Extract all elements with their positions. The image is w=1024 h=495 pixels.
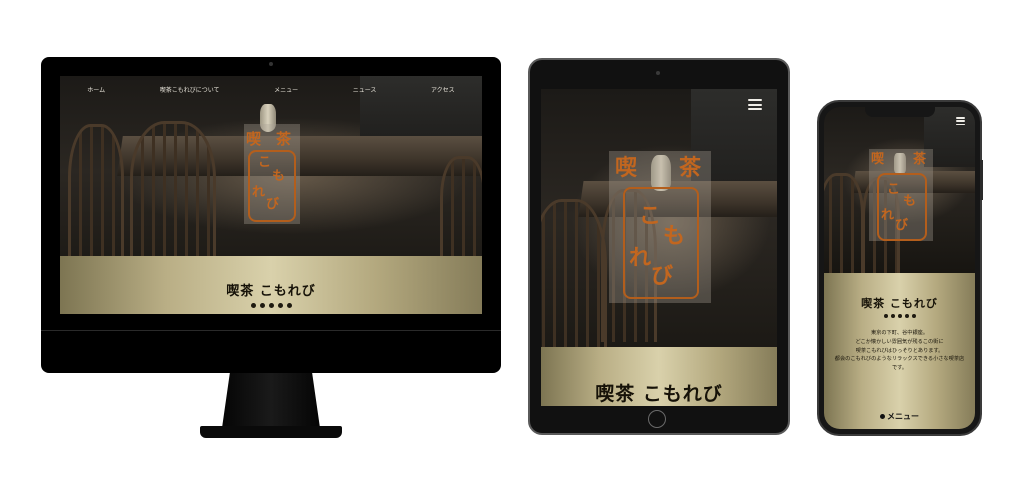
coffee-bean-icon	[60, 303, 482, 308]
logo-panel: 喫 茶 こ も れ び	[609, 151, 711, 303]
nav-access[interactable]: アクセス	[431, 85, 455, 94]
logo-char: 茶	[276, 130, 292, 148]
phone-screen: 喫 茶 こ も れ び 喫茶 こもれび 東京の下町、谷中銀座。 どこか懐かしい雰…	[824, 107, 975, 429]
intro-text: 東京の下町、谷中銀座。 どこか懐かしい雰囲気が残るこの街に 喫茶こもれびはひっそ…	[824, 329, 975, 373]
logo-panel: 喫 茶 こ も れ び	[244, 124, 300, 224]
tablet-screen: 喫 茶 こ も れ び 喫茶 こもれび	[541, 89, 777, 406]
brand-band: 喫茶 こもれび	[60, 256, 482, 314]
desktop-screen: ホーム 喫茶こもれびについて メニュー ニュース アクセス 喫 茶 こ も れ …	[60, 76, 482, 314]
brand-name: 喫茶 こもれび	[861, 297, 938, 310]
logo-char: び	[266, 197, 280, 212]
tablet-camera	[656, 71, 660, 75]
nav-news[interactable]: ニュース	[353, 85, 377, 94]
logo-char: 喫	[871, 152, 885, 167]
brand-name: 喫茶 こもれび	[595, 383, 723, 405]
logo-char: 喫	[246, 130, 262, 148]
logo-char: も	[903, 194, 917, 209]
menu-heading-label: メニュー	[887, 412, 919, 421]
logo-char: こ	[639, 203, 662, 229]
intro-line: 東京の下町、谷中銀座。	[870, 330, 929, 336]
phone-notch	[865, 106, 935, 117]
intro-line: どこか懐かしい雰囲気が残るこの街に	[855, 338, 944, 345]
nav-about[interactable]: 喫茶こもれびについて	[160, 85, 220, 94]
logo-char: こ	[258, 155, 272, 170]
hamburger-menu-icon[interactable]	[956, 117, 965, 125]
logo-panel: 喫 茶 こ も れ び	[869, 149, 933, 241]
brand-band: 喫茶 こもれび 東京の下町、谷中銀座。 どこか懐かしい雰囲気が残るこの街に 喫茶…	[824, 273, 975, 429]
logo-char: 茶	[913, 152, 927, 167]
logo-char: び	[895, 218, 909, 233]
nav-home[interactable]: ホーム	[87, 85, 105, 94]
desktop-camera	[269, 62, 273, 66]
desktop-chin	[41, 330, 501, 331]
logo-char: も	[663, 223, 686, 249]
intro-line: 喫茶こもれびはひっそりとあります。	[855, 347, 944, 354]
coffee-bean-icon	[824, 314, 975, 318]
logo-char: れ	[252, 185, 266, 200]
logo-char: れ	[629, 245, 652, 271]
menu-heading: メニュー	[824, 411, 975, 422]
brand-band: 喫茶 こもれび	[541, 347, 777, 406]
tablet-home-button[interactable]	[648, 410, 666, 428]
logo-char: れ	[881, 208, 895, 223]
coffee-bean-icon	[880, 414, 885, 419]
logo-char: も	[272, 169, 286, 184]
phone-side-button	[980, 160, 983, 200]
desktop-nav: ホーム 喫茶こもれびについて メニュー ニュース アクセス	[60, 85, 482, 94]
logo-char: こ	[887, 182, 901, 197]
logo-char: 茶	[679, 155, 702, 181]
brand-name: 喫茶 こもれび	[226, 284, 316, 299]
logo-char: び	[651, 263, 674, 289]
desktop-stand	[222, 373, 320, 428]
intro-line: 都会のこもれびのようなリラックスできる小さな喫茶店	[834, 356, 965, 363]
desktop-stand-foot	[200, 426, 342, 438]
logo-char: 喫	[615, 155, 638, 181]
intro-line: です。	[891, 365, 908, 372]
nav-menu[interactable]: メニュー	[274, 85, 298, 94]
hamburger-menu-icon[interactable]	[748, 99, 762, 110]
